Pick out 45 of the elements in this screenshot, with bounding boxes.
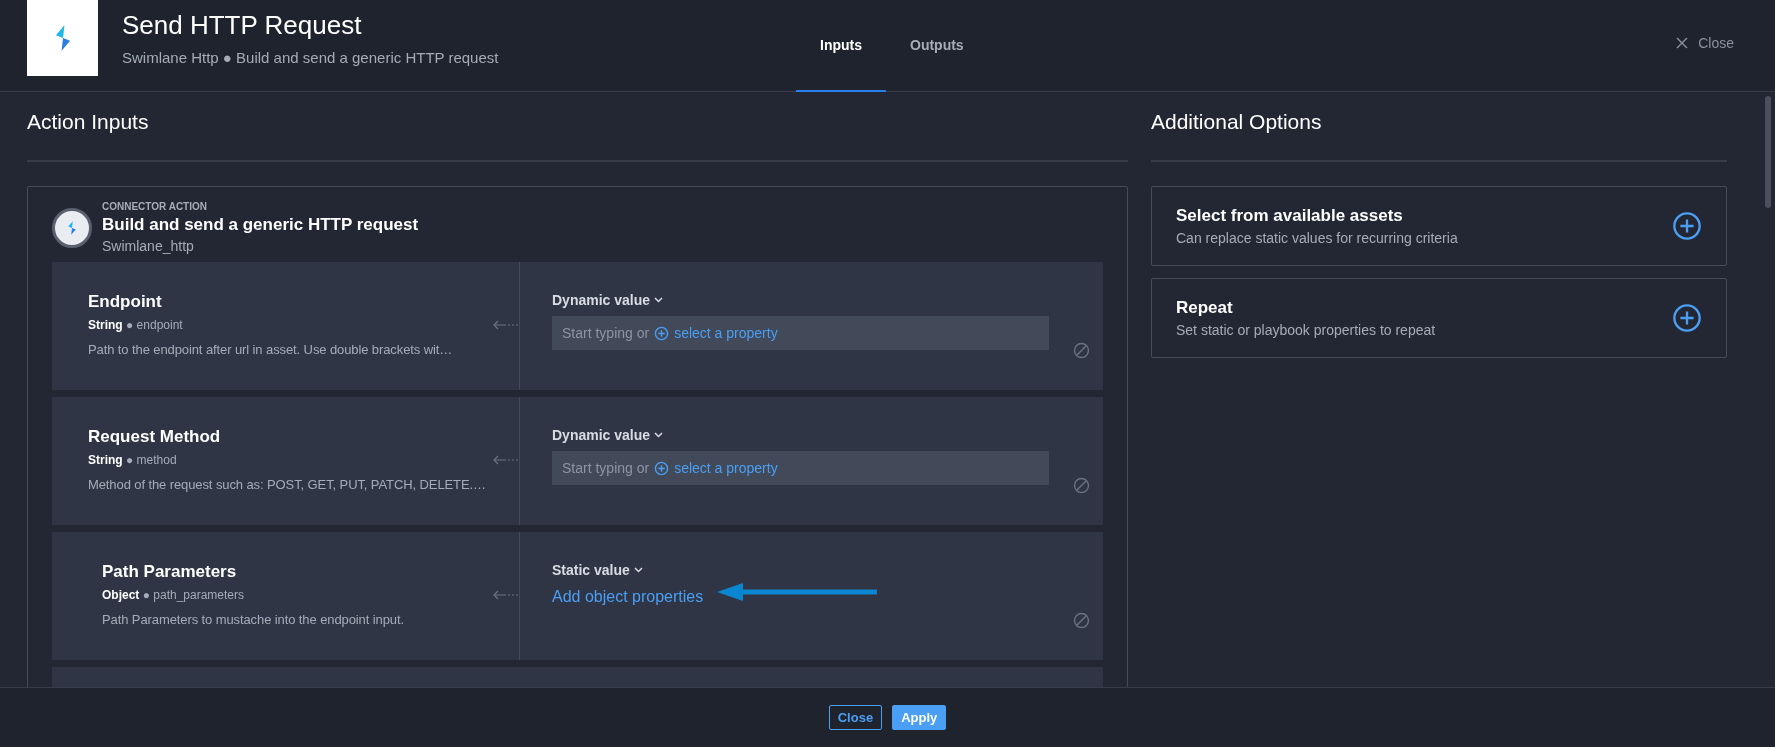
chevron-down-icon [654, 432, 664, 438]
card-subtitle: Swimlane_http [102, 238, 195, 254]
disable-icon[interactable] [1073, 342, 1090, 359]
chevron-down-icon [654, 297, 664, 303]
window-title: Send HTTP Request [122, 10, 363, 41]
add-icon[interactable] [1672, 303, 1702, 333]
field-label: Request Method [88, 427, 222, 447]
field-type: String ● endpoint [88, 318, 183, 332]
section-title: Additional Options [1151, 92, 1727, 162]
chevron-down-icon [633, 567, 643, 573]
value-mode-dropdown[interactable]: Dynamic value [552, 427, 664, 443]
field-label: Endpoint [88, 292, 163, 312]
scrollbar[interactable] [1765, 96, 1771, 208]
close-icon [1676, 37, 1689, 49]
add-icon[interactable] [1672, 211, 1702, 241]
property-input-field[interactable]: Start typing or select a property [552, 451, 1049, 485]
field-type: Object ● path_parameters [102, 588, 244, 602]
field-description: Path to the endpoint after url in asset. Use double brackets wit… [88, 342, 454, 357]
card-eyebrow: CONNECTOR ACTION [102, 201, 208, 212]
add-icon [654, 325, 670, 341]
option-description: Can replace static values for recurring criteria [1176, 230, 1458, 246]
section-title: Action Inputs [27, 92, 1128, 162]
add-icon [654, 460, 670, 476]
tab[interactable]: Inputs [796, 0, 886, 92]
mapping-arrow-icon [493, 320, 519, 330]
card-title: Build and send a generic HTTP request [102, 215, 419, 235]
option-title: Repeat [1176, 298, 1234, 318]
mapping-arrow-icon [493, 455, 519, 465]
option-description: Set static or playbook properties to repeat [1176, 322, 1436, 338]
value-mode-dropdown[interactable]: Dynamic value [552, 292, 664, 308]
close-button[interactable]: Close [828, 705, 883, 730]
field-type: String ● method [88, 453, 177, 467]
mapping-arrow-icon [493, 590, 519, 600]
window-subtitle: Swimlane Http ● Build and send a generic HTTP request [122, 49, 499, 66]
close-button[interactable]: Close [1670, 34, 1740, 52]
field-label: Path Parameters [102, 562, 238, 582]
field-description: Path Parameters to mustache into the endpoint input. [102, 612, 405, 627]
add-properties-link[interactable]: Add object properties [552, 588, 704, 606]
tab[interactable]: Outputs [886, 0, 988, 92]
property-input-field[interactable]: Start typing or select a property [552, 316, 1049, 350]
field-description: Method of the request such as: POST, GET, PUT, PATCH, DELETE.… [88, 477, 487, 492]
option-title: Select from available assets [1176, 206, 1404, 226]
disable-icon[interactable] [1073, 477, 1090, 494]
value-mode-dropdown[interactable]: Static value [552, 562, 643, 578]
disable-icon[interactable] [1073, 612, 1090, 629]
